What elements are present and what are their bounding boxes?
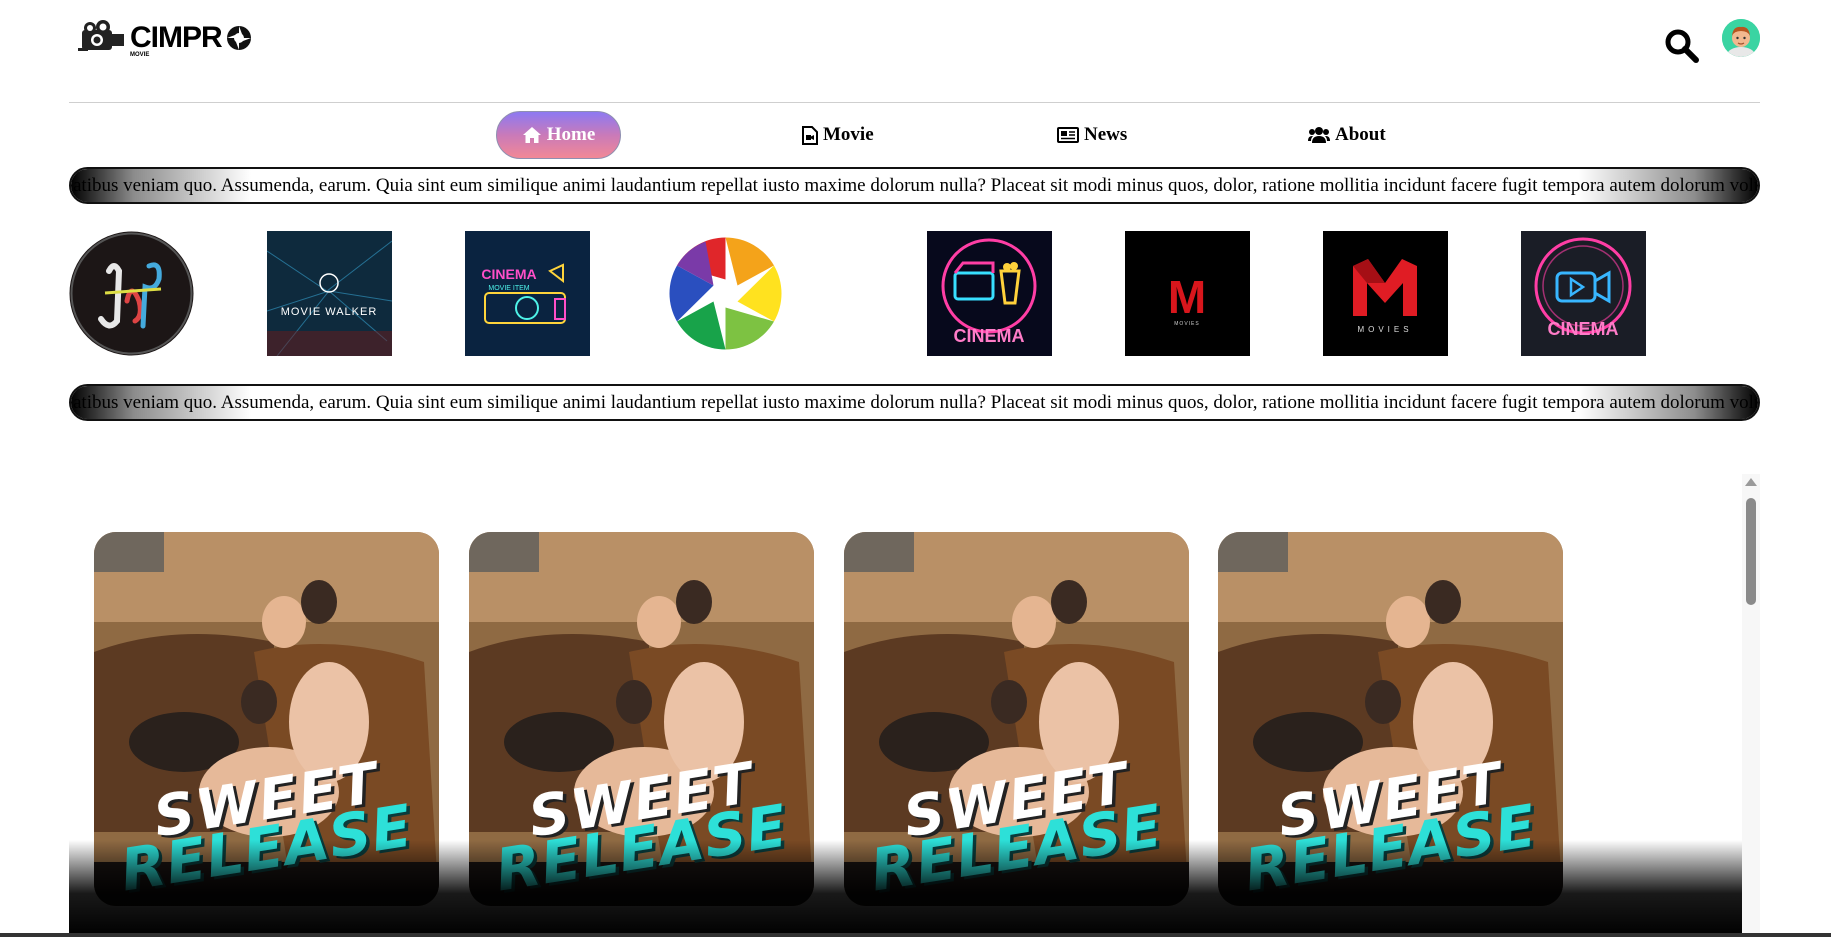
- cinema-movie-item-logo-text: CINEMA: [481, 266, 536, 282]
- jay-logo[interactable]: [69, 231, 194, 356]
- video-file-icon: [802, 125, 818, 145]
- newspaper-icon: [1057, 127, 1079, 143]
- nav-about[interactable]: About: [1308, 111, 1386, 159]
- marquee-fade-left: [71, 386, 251, 419]
- cinema-neon-popcorn-logo[interactable]: CINEMA: [927, 231, 1052, 356]
- marquee-fade-right: [1578, 169, 1758, 202]
- marquee-fade-right: [1578, 386, 1758, 419]
- window-bottom-edge: [0, 933, 1831, 937]
- cinema-neon-camera-logo[interactable]: CINEMA: [1521, 231, 1646, 356]
- nav-movie[interactable]: Movie: [802, 111, 874, 159]
- m-movies-small-logo[interactable]: M MOVIES: [1125, 231, 1250, 356]
- site-logo[interactable]: CIMPR: [76, 20, 252, 56]
- m-movies-large-logo-sub: MOVIES: [1357, 325, 1412, 334]
- header-divider: [69, 102, 1760, 103]
- nav-home[interactable]: Home: [496, 111, 621, 159]
- nav-news-label: News: [1084, 124, 1128, 145]
- nav-home-label: Home: [546, 124, 596, 145]
- cinema-neon-popcorn-logo-text: CINEMA: [954, 326, 1025, 346]
- home-icon: [522, 127, 541, 143]
- marquee-fade-left: [71, 169, 251, 202]
- marquee-bottom: atibus veniam quo. Assumenda, earum. Qui…: [69, 384, 1760, 421]
- search-icon[interactable]: [1664, 28, 1700, 64]
- cinema-movie-item-logo-sub: MOVIE ITEM: [488, 285, 529, 292]
- marquee-bottom-text: atibus veniam quo. Assumenda, earum. Qui…: [73, 392, 1760, 413]
- m-movies-small-logo-sub: MOVIES: [1174, 321, 1199, 327]
- card-row-bottom-shade: [69, 840, 1742, 937]
- cinema-movie-item-logo[interactable]: CINEMA MOVIE ITEM: [465, 231, 590, 356]
- logo-text: CIMPR: [130, 21, 223, 54]
- m-movies-small-logo-letter: M: [1168, 271, 1206, 323]
- user-avatar[interactable]: [1722, 19, 1760, 57]
- scrollbar-thumb[interactable]: [1746, 498, 1756, 605]
- logo-aperture-icon: [226, 26, 251, 50]
- movie-walker-logo-text: MOVIE WALKER: [281, 306, 378, 318]
- nav-about-label: About: [1335, 124, 1386, 145]
- marquee-top: atibus veniam quo. Assumenda, earum. Qui…: [69, 167, 1760, 204]
- page: CIMPR MOVIE Home Movie News About atibus…: [0, 0, 1831, 937]
- marquee-top-text: atibus veniam quo. Assumenda, earum. Qui…: [73, 175, 1760, 196]
- m-movies-large-logo[interactable]: MOVIES: [1323, 231, 1448, 356]
- cinema-neon-camera-logo-text: CINEMA: [1548, 319, 1619, 339]
- movie-walker-logo[interactable]: MOVIE WALKER: [267, 231, 392, 356]
- logo-subtitle: MOVIE: [130, 52, 150, 58]
- nav-movie-label: Movie: [823, 124, 874, 145]
- scroll-up-arrow-icon[interactable]: [1745, 478, 1757, 486]
- camera-icon: [76, 20, 126, 56]
- aperture-logo[interactable]: [663, 231, 788, 356]
- users-icon: [1308, 127, 1330, 143]
- nav-news[interactable]: News: [1057, 111, 1127, 159]
